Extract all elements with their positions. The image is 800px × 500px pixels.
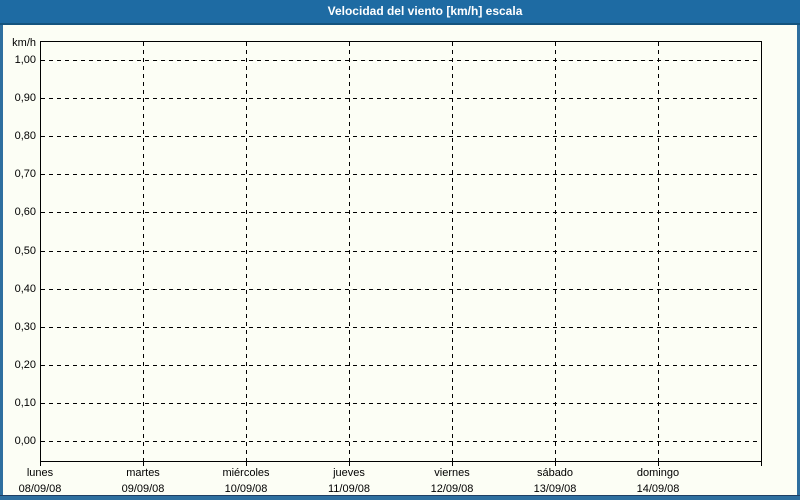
x-date-label: 12/09/08 [430,483,474,495]
x-day-label: lunes [26,467,54,479]
x-day-label: domingo [636,467,680,479]
x-axis-tick [349,462,350,466]
y-tick-label: 0,90 [14,92,36,104]
x-day-label: viernes [434,467,470,479]
y-tick-label: 0,60 [14,206,36,218]
y-tick-label: 0,50 [14,245,36,257]
y-tick-label: 0,80 [14,130,36,142]
y-tick-label: 0,70 [14,168,36,180]
x-date-label: 08/09/08 [18,483,62,495]
h-gridline [41,251,761,252]
x-axis-tick [658,462,659,466]
h-gridline [41,441,761,442]
y-tick-label: 0,30 [14,321,36,333]
h-gridline [41,327,761,328]
x-date-label: 13/09/08 [533,483,577,495]
y-tick-label: 0,00 [14,435,36,447]
h-gridline [41,98,761,99]
x-axis-tick [246,462,247,466]
x-day-label: jueves [333,467,365,479]
v-gridline [658,42,659,461]
y-axis-unit-label: km/h [12,37,36,49]
chart-title: Velocidad del viento [km/h] escala [327,4,523,18]
x-date-label: 11/09/08 [327,483,370,495]
x-date-label: 14/09/08 [636,483,680,495]
y-tick-label: 0,10 [14,397,36,409]
x-date-label: 09/09/08 [121,483,165,495]
h-gridline [41,136,761,137]
window-titlebar: Velocidad del viento [km/h] escala [0,0,800,25]
x-day-label: miércoles [222,467,270,479]
x-axis-tick [555,462,556,466]
x-axis-tick [761,462,762,466]
y-tick-label: 1,00 [14,54,36,66]
x-axis-tick [40,462,41,466]
h-gridline [41,60,761,61]
y-tick-label: 0,40 [14,283,36,295]
x-day-label: martes [126,467,160,479]
v-gridline [452,42,453,461]
x-axis-tick [452,462,453,466]
v-gridline [246,42,247,461]
h-gridline [41,365,761,366]
h-gridline [41,403,761,404]
h-gridline [41,212,761,213]
v-gridline [555,42,556,461]
y-tick-label: 0,20 [14,359,36,371]
chart-window: Velocidad del viento [km/h] escala km/h … [0,0,800,500]
h-gridline [41,289,761,290]
x-date-label: 10/09/08 [224,483,268,495]
v-gridline [349,42,350,461]
x-day-label: sábado [536,467,574,479]
h-gridline [41,174,761,175]
v-gridline [143,42,144,461]
x-axis-tick [143,462,144,466]
